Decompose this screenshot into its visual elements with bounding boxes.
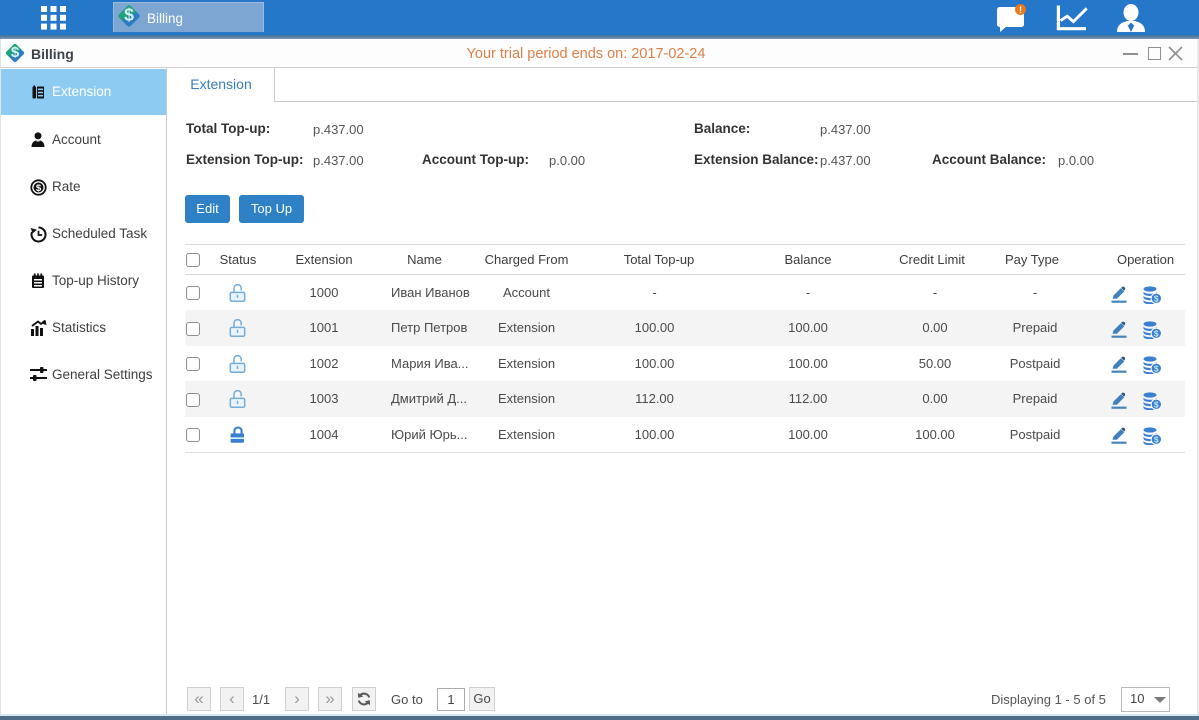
svg-text:$: $	[36, 183, 42, 194]
svg-text:!: !	[1019, 5, 1022, 15]
